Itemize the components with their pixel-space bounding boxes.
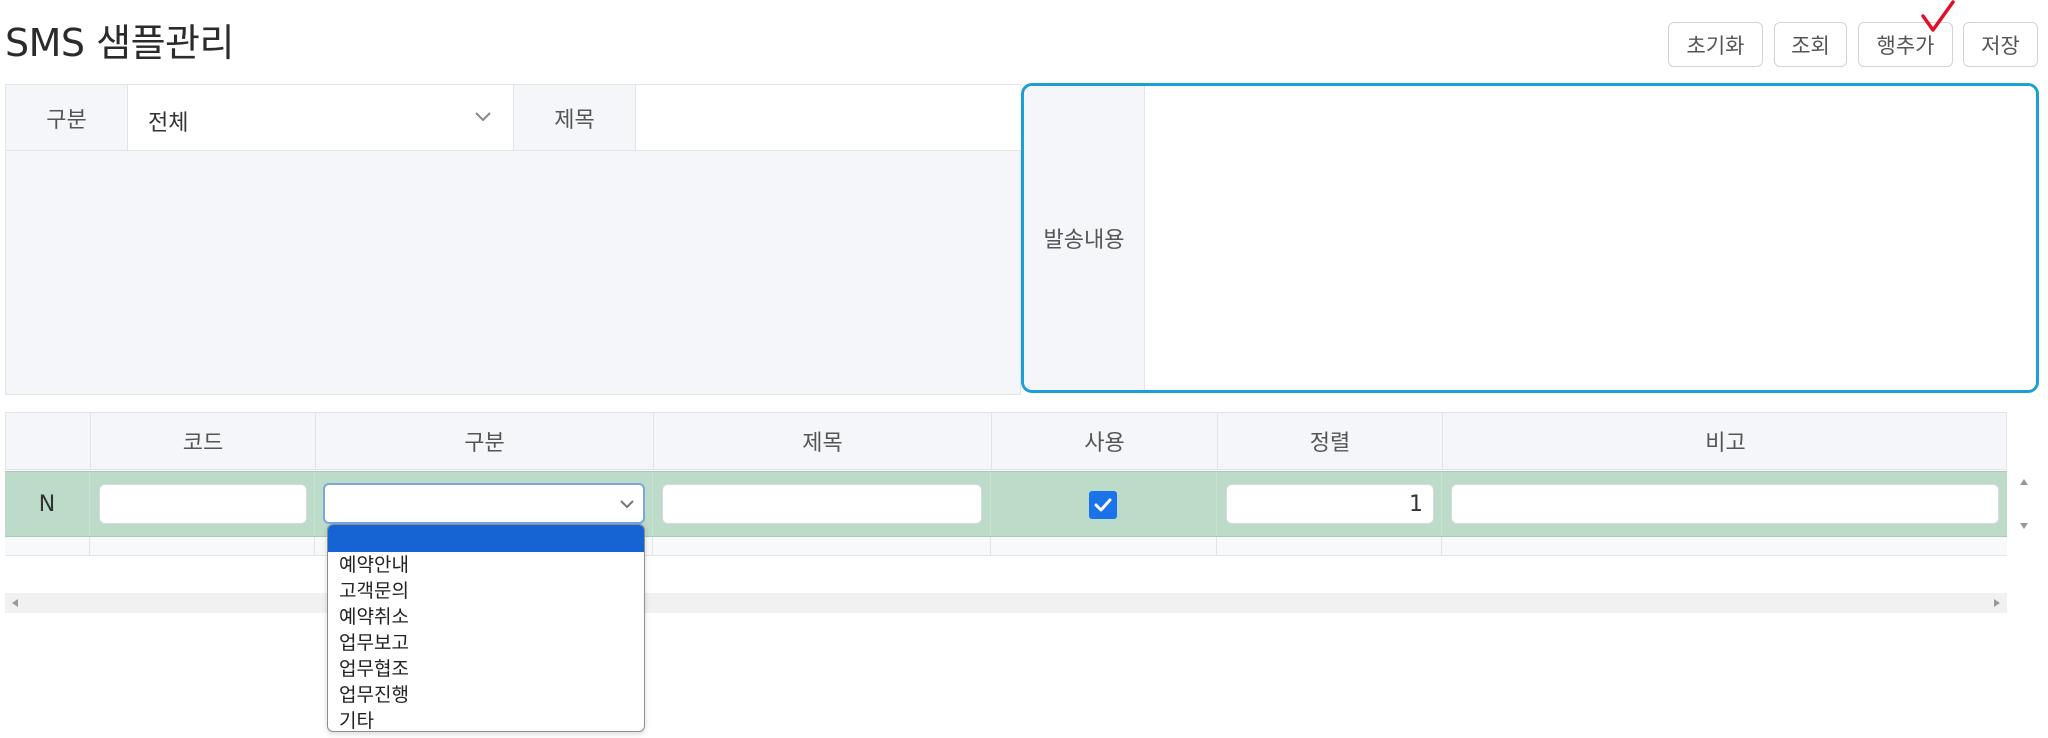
search-button[interactable]: 조회 (1774, 22, 1847, 67)
use-checkbox[interactable] (1089, 491, 1117, 519)
category-dropdown-list: 예약안내 고객문의 예약취소 업무보고 업무협조 업무진행 기타 (327, 524, 645, 732)
vertical-scrollbar[interactable] (2017, 471, 2031, 537)
empty-cell (5, 537, 90, 555)
sort-input[interactable]: 1 (1226, 484, 1434, 524)
scroll-arrow-right-icon[interactable] (1994, 599, 2000, 607)
dropdown-option[interactable]: 업무보고 (339, 631, 409, 655)
scroll-arrow-up-icon[interactable] (2020, 479, 2028, 485)
chevron-down-icon (620, 500, 634, 509)
cell-title (653, 472, 991, 536)
dropdown-option[interactable]: 기타 (339, 709, 374, 731)
column-header-status (6, 413, 91, 469)
send-content-box: 발송내용 (1021, 83, 2039, 393)
category-select-value: 전체 (148, 111, 189, 136)
reset-button[interactable]: 초기화 (1668, 22, 1763, 67)
column-header-sort[interactable]: 정렬 (1218, 413, 1443, 469)
empty-cell (653, 537, 991, 555)
dropdown-option[interactable]: 예약안내 (339, 553, 409, 577)
dropdown-option-blank[interactable] (328, 525, 644, 552)
chevron-down-icon (475, 112, 491, 122)
grid-empty-row (5, 537, 2007, 556)
column-header-use[interactable]: 사용 (992, 413, 1218, 469)
column-header-code[interactable]: 코드 (91, 413, 316, 469)
check-icon (1094, 498, 1112, 512)
cell-sort: 1 (1217, 472, 1442, 536)
cell-code (90, 472, 315, 536)
code-input[interactable] (99, 484, 307, 524)
dropdown-option[interactable]: 예약취소 (339, 605, 409, 629)
send-content-label: 발송내용 (1024, 86, 1145, 390)
title-cell-input[interactable] (662, 484, 982, 524)
scroll-arrow-left-icon[interactable] (12, 599, 18, 607)
empty-cell (1217, 537, 1442, 555)
annotation-checkmark-icon (1921, 0, 1955, 32)
scroll-arrow-down-icon[interactable] (2020, 523, 2028, 529)
table-row[interactable]: N 1 (5, 471, 2007, 537)
title-label: 제목 (514, 85, 635, 150)
horizontal-scrollbar[interactable] (5, 593, 2007, 613)
search-form: 구분 전체 제목 (5, 84, 1022, 395)
empty-cell (991, 537, 1217, 555)
page-title: SMS 샘플관리 (5, 21, 234, 65)
note-input[interactable] (1451, 484, 1999, 524)
category-select[interactable]: 전체 (127, 85, 514, 150)
row-status: N (5, 472, 90, 536)
cell-use (991, 472, 1217, 536)
dropdown-option[interactable]: 고객문의 (339, 579, 409, 603)
title-input[interactable] (635, 85, 1022, 150)
category-cell-select[interactable] (323, 483, 645, 524)
column-header-note[interactable]: 비고 (1443, 413, 2008, 469)
dropdown-option[interactable]: 업무진행 (339, 683, 409, 707)
send-content-textarea[interactable] (1146, 86, 2036, 390)
search-form-row: 구분 전체 제목 (6, 85, 1022, 151)
save-button[interactable]: 저장 (1963, 22, 2038, 67)
empty-cell (90, 537, 315, 555)
dropdown-option[interactable]: 업무협조 (339, 657, 409, 681)
cell-note (1442, 472, 2007, 536)
column-header-category[interactable]: 구분 (316, 413, 654, 469)
grid-header: 코드 구분 제목 사용 정렬 비고 (5, 412, 2007, 470)
column-header-title[interactable]: 제목 (654, 413, 992, 469)
category-label: 구분 (6, 85, 127, 150)
